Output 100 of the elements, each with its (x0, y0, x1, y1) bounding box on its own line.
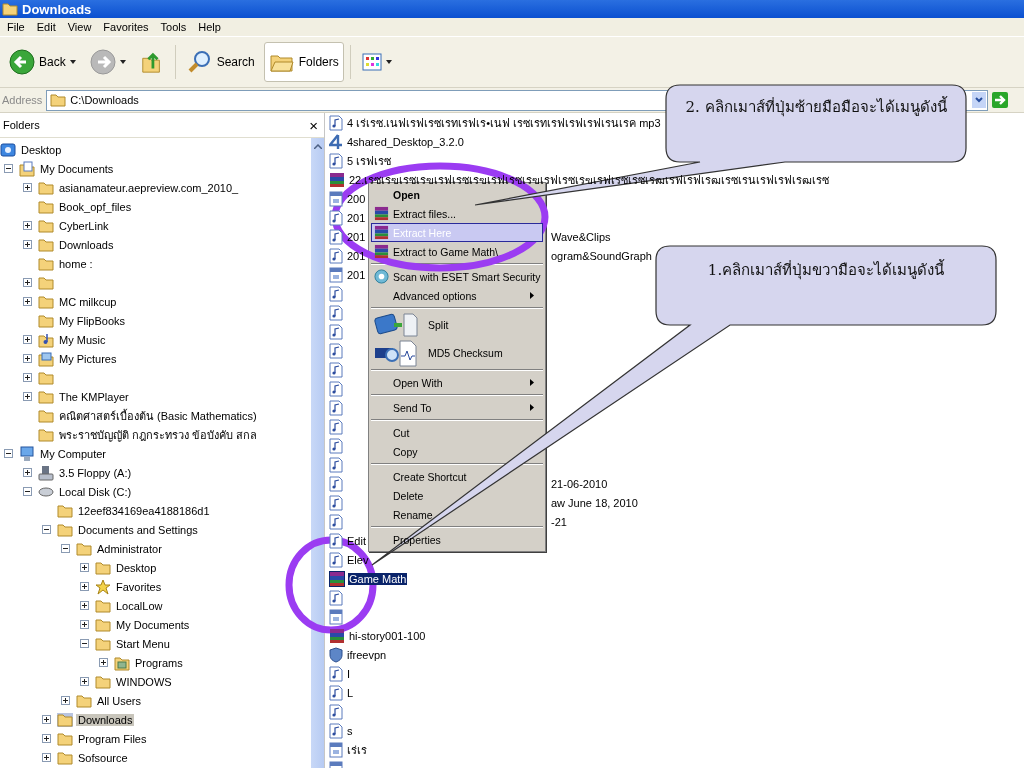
tree-item[interactable]: home : (57, 257, 95, 270)
expand-icon[interactable] (23, 392, 32, 401)
expand-icon[interactable] (23, 240, 32, 249)
collapse-icon[interactable] (61, 544, 70, 553)
folders-button[interactable]: Folders (263, 42, 344, 82)
expand-icon[interactable] (80, 582, 89, 591)
menu-item[interactable]: Favorites (98, 21, 154, 33)
tree-item[interactable]: All Users (95, 694, 143, 707)
tree-item[interactable]: 3.5 Floppy (A:) (57, 466, 134, 479)
collapse-icon[interactable] (80, 639, 89, 648)
tree-item[interactable]: CyberLink (57, 219, 111, 232)
menu-item[interactable]: Copy (371, 442, 543, 461)
back-button[interactable]: Back (4, 42, 81, 82)
tree-item[interactable]: Program Files (76, 732, 149, 745)
menu-item[interactable]: Open With (371, 373, 543, 392)
expand-icon[interactable] (80, 620, 89, 629)
menu-item[interactable]: Delete (371, 486, 543, 505)
tree-item[interactable]: WINDOWS (114, 675, 174, 688)
tree-item[interactable]: My Documents (38, 162, 116, 175)
menu-item[interactable]: Advanced options (371, 286, 543, 305)
expand-icon[interactable] (23, 354, 32, 363)
expand-icon[interactable] (23, 278, 32, 287)
file-name[interactable]: hi-story001-100 (348, 629, 427, 642)
expand-icon[interactable] (42, 734, 51, 743)
collapse-icon[interactable] (23, 487, 32, 496)
menu-item[interactable]: Help (193, 21, 226, 33)
tree-item[interactable]: พระราชบัญญัติ กฎกระทรวง ข้อบังคับ สกล (57, 425, 260, 444)
tree-item[interactable]: MC milkcup (57, 295, 119, 308)
expand-icon[interactable] (23, 297, 32, 306)
tree-item[interactable]: The KMPlayer (57, 390, 131, 403)
menu-item[interactable]: Tools (155, 21, 192, 33)
tree-item[interactable]: Downloads (76, 713, 135, 726)
collapse-icon[interactable] (42, 525, 51, 534)
expand-icon[interactable] (42, 753, 51, 762)
tree-item[interactable]: My Pictures (57, 352, 119, 365)
collapse-icon[interactable] (4, 449, 13, 458)
tree-item[interactable]: Book_opf_files (57, 200, 134, 213)
tree-item[interactable]: My FlipBooks (57, 314, 128, 327)
dropdown-icon[interactable] (972, 92, 986, 108)
file-name[interactable]: ogram&SoundGraph (551, 249, 652, 262)
tree-item[interactable]: Documents and Settings (76, 523, 200, 536)
file-name[interactable]: 4 เร่เรซ.เนฟเรฟเรซเรทเรฟเร•เนฟ เรซเรทเรฟเรฟเรฟเรนเรค mp3 (346, 113, 662, 132)
expand-icon[interactable] (80, 563, 89, 572)
expand-icon[interactable] (80, 677, 89, 686)
tree-item[interactable]: asianamateur.aepreview.com_2010_ (57, 181, 241, 194)
tree-item[interactable]: Downloads (57, 238, 116, 251)
tree-item[interactable]: Administrator (95, 542, 164, 555)
menu-item[interactable]: Rename (371, 505, 543, 524)
file-name[interactable]: 21-06-2010 (551, 477, 608, 490)
expand-icon[interactable] (42, 715, 51, 724)
tree-item[interactable]: My Documents (114, 618, 192, 631)
file-name[interactable]: 5 เรฟเรซ (346, 151, 393, 170)
file-name[interactable]: 201 (346, 268, 367, 281)
file-name[interactable]: 201 (346, 230, 367, 243)
file-name[interactable]: Edit (346, 534, 367, 547)
tree-item[interactable]: Programs (133, 656, 185, 669)
expand-icon[interactable] (23, 221, 32, 230)
tree-item[interactable]: Desktop (114, 561, 159, 574)
file-name[interactable]: L (346, 686, 355, 699)
expand-icon[interactable] (23, 373, 32, 382)
tree-item[interactable]: Start Menu (114, 637, 172, 650)
file-name[interactable]: Game Math (348, 572, 408, 585)
menu-item[interactable]: Send To (371, 398, 543, 417)
file-name[interactable]: aw June 18, 2010 (551, 496, 638, 509)
tree-item[interactable]: Local Disk (C:) (57, 485, 134, 498)
tree-item[interactable]: My Music (57, 333, 108, 346)
menu-item[interactable]: Open (371, 185, 543, 204)
scroll-up-icon[interactable] (313, 144, 322, 149)
expand-icon[interactable] (80, 601, 89, 610)
go-icon[interactable] (992, 92, 1008, 108)
tree-item[interactable]: 12eef834169ea4188186d1 (76, 504, 212, 517)
menu-item[interactable]: MD5 Checksum (371, 339, 543, 367)
menu-item[interactable]: Create Shortcut (371, 467, 543, 486)
expand-icon[interactable] (23, 183, 32, 192)
tree-item[interactable]: LocalLow (114, 599, 165, 612)
file-name[interactable]: -21 (551, 515, 567, 528)
file-name[interactable]: 201 (346, 211, 367, 224)
menu-item[interactable]: File (2, 21, 30, 33)
collapse-icon[interactable] (4, 164, 13, 173)
expand-icon[interactable] (99, 658, 108, 667)
close-button[interactable]: × (309, 116, 318, 134)
menu-item[interactable]: Scan with ESET Smart Security (371, 267, 543, 286)
tree-item[interactable]: คณิตศาสตร์เบื้องต้น (Basic Mathematics) (57, 406, 259, 425)
menu-item[interactable]: Edit (31, 21, 61, 33)
expand-icon[interactable] (23, 468, 32, 477)
scrollbar[interactable] (311, 138, 324, 768)
file-name[interactable]: Wave&Clips (551, 230, 611, 243)
tree-item[interactable]: Favorites (114, 580, 164, 593)
menu-item[interactable]: View (62, 21, 97, 33)
file-name[interactable]: 201 (346, 249, 367, 262)
search-button[interactable]: Search (181, 42, 260, 82)
file-name[interactable]: ifreevpn (346, 648, 388, 661)
menu-item[interactable]: Cut (371, 423, 543, 442)
file-name[interactable]: I (346, 667, 352, 680)
file-name[interactable]: เร่เร (346, 740, 368, 759)
menu-item[interactable]: Extract files... (371, 204, 543, 223)
tree-item[interactable]: Desktop (19, 143, 64, 156)
tree-item[interactable]: Sofsource (76, 751, 130, 764)
file-name[interactable]: 4shared_Desktop_3.2.0 (346, 135, 465, 148)
menu-item[interactable]: Split (371, 311, 543, 339)
